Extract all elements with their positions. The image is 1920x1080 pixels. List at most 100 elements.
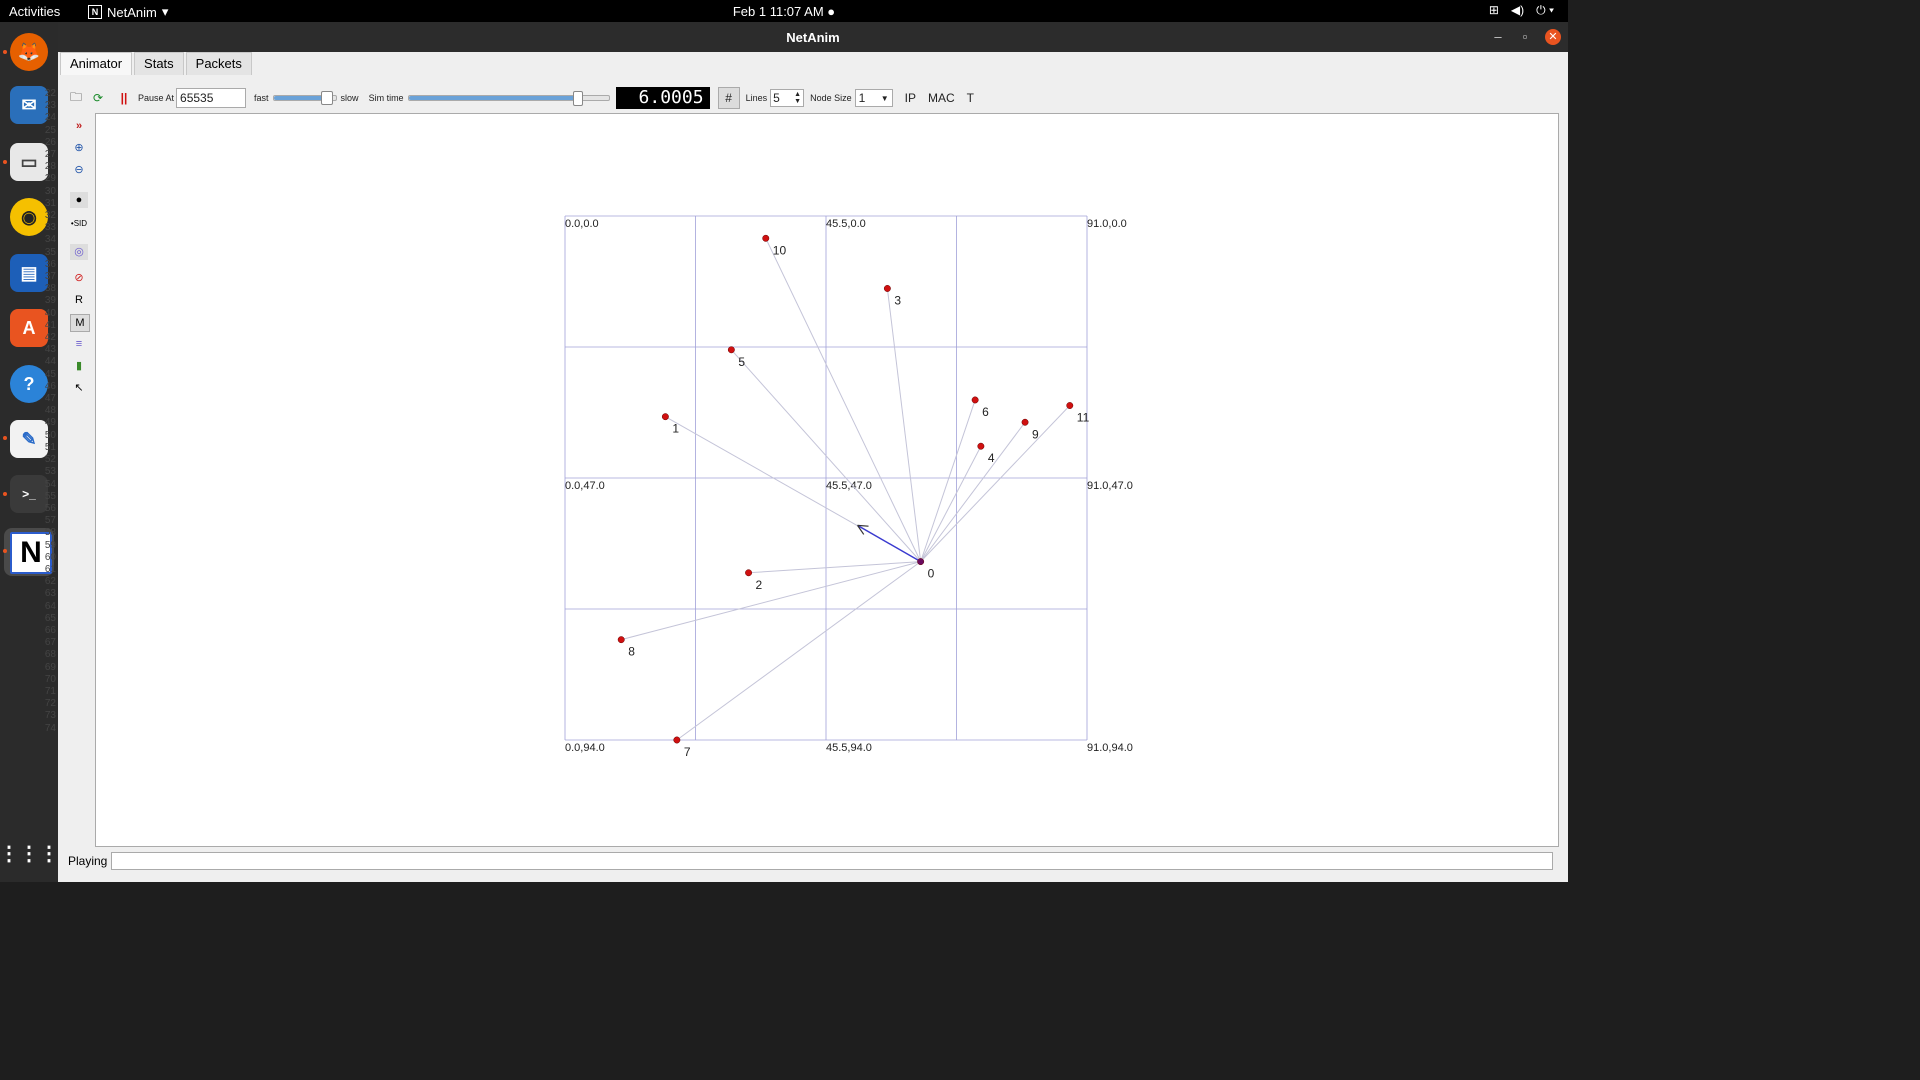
grid-corner-label: 0.0,0.0 — [565, 218, 599, 230]
maximize-icon[interactable]: ▫ — [1515, 27, 1535, 47]
node-10-label: 10 — [773, 243, 787, 257]
line-number: 71 — [44, 685, 56, 697]
line-number: 51 — [44, 441, 56, 453]
animation-canvas[interactable]: 0.0,0.0 45.5,0.0 91.0,0.0 0.0,47.0 45.5,47.0… — [95, 113, 1559, 847]
tab-stats[interactable]: Stats — [134, 52, 184, 75]
line-number: 26 — [44, 136, 56, 148]
cursor-icon[interactable]: ↖ — [70, 380, 88, 396]
node-3-label: 3 — [894, 293, 901, 307]
slow-label: slow — [340, 93, 359, 103]
spin-arrows-icon[interactable]: ▲ ▼ — [794, 91, 801, 105]
lines-pattern-icon[interactable]: ≡ — [70, 336, 88, 352]
link-line — [920, 421, 1026, 562]
sim-time-slider-handle[interactable] — [572, 91, 583, 106]
node-7-label: 7 — [684, 745, 691, 759]
firefox-icon[interactable]: 🦊 — [10, 33, 48, 71]
minimize-icon[interactable]: – — [1488, 27, 1508, 47]
no-entry-icon[interactable]: ⊘ — [70, 270, 88, 286]
line-number: 34 — [44, 234, 56, 246]
line-number: 67 — [44, 637, 56, 649]
running-indicator — [3, 160, 7, 164]
link-line — [676, 561, 921, 741]
zoom-in-icon[interactable]: ⊕ — [70, 140, 88, 156]
m-toggle-button[interactable]: M — [70, 314, 90, 332]
running-indicator — [3, 50, 7, 54]
status-field — [111, 852, 1554, 870]
system-top-bar: Activities N NetAnim ▾ Feb 1 11:07 AM ● … — [0, 0, 1568, 22]
sim-time-slider[interactable] — [407, 91, 610, 106]
speed-slider-handle[interactable] — [321, 91, 334, 105]
line-number: 58 — [44, 527, 56, 539]
grid-toggle-button[interactable]: # — [717, 87, 740, 109]
node-6-label: 6 — [982, 405, 989, 419]
r-toggle-button[interactable]: R — [70, 292, 88, 308]
tab-animator[interactable]: Animator — [60, 52, 133, 75]
node-size-label: Node Size — [810, 93, 852, 103]
node-8-label: 8 — [628, 645, 635, 659]
line-number: 46 — [44, 380, 56, 392]
node-5-label: 5 — [738, 355, 745, 369]
node-6-dot — [971, 396, 979, 404]
fast-label: fast — [254, 93, 269, 103]
packet-line — [857, 524, 921, 563]
clock[interactable]: Feb 1 11:07 AM ● — [0, 4, 1568, 19]
line-number: 37 — [44, 271, 56, 283]
line-number-gutter: 22 23 24 25 26 27 28 29 30 31 32 33 34 35 36 37 38 39 40 41… — [40, 88, 56, 735]
chevron-right-icon[interactable]: » — [70, 118, 88, 134]
node-id-icon[interactable]: ● — [70, 192, 88, 208]
grid-corner-label: 91.0,47.0 — [1087, 480, 1133, 492]
line-number: 38 — [44, 283, 56, 295]
node-9-dot — [1021, 418, 1029, 426]
line-number: 68 — [44, 649, 56, 661]
speed-slider[interactable] — [272, 91, 337, 105]
line-number: 42 — [44, 332, 56, 344]
zoom-out-icon[interactable]: ⊖ — [70, 162, 88, 178]
line-number: 28 — [44, 161, 56, 173]
wireless-circles-icon[interactable]: ◎ — [70, 244, 88, 260]
line-number: 50 — [44, 429, 56, 441]
line-number: 59 — [44, 539, 56, 551]
line-number: 23 — [44, 100, 56, 112]
line-number: 62 — [44, 576, 56, 588]
lines-spinbox[interactable]: 5 ▲ ▼ — [770, 89, 805, 107]
lines-value: 5 — [773, 91, 780, 105]
line-number: 73 — [44, 710, 56, 722]
line-number: 55 — [44, 490, 56, 502]
line-number: 47 — [44, 393, 56, 405]
line-number: 66 — [44, 624, 56, 636]
node-size-select[interactable]: 1 ▼ — [854, 89, 893, 107]
system-tray[interactable]: ⊞ ◀) ⏻ ▾ — [1489, 3, 1554, 18]
line-number: 48 — [44, 405, 56, 417]
link-line — [886, 288, 922, 562]
node-5-dot — [727, 346, 735, 354]
mac-toggle-button[interactable]: MAC — [928, 91, 955, 105]
node-1-dot — [661, 413, 669, 421]
pause-icon[interactable]: || — [116, 90, 132, 106]
running-indicator — [3, 492, 7, 496]
line-number: 43 — [44, 344, 56, 356]
packet-arrowhead — [857, 524, 869, 527]
show-apps-grid-icon[interactable]: ⋮⋮⋮ — [0, 834, 59, 872]
clock-label: Feb 1 11:07 AM — [732, 4, 824, 19]
node-sysid-icon[interactable]: •SID — [70, 216, 88, 232]
tab-packets[interactable]: Packets — [185, 52, 252, 75]
node-4-dot — [977, 442, 985, 450]
power-icon: ⏻ ▾ — [1536, 3, 1554, 17]
line-number: 61 — [44, 563, 56, 575]
pause-at-input[interactable]: 65535 — [176, 88, 247, 108]
close-icon[interactable]: ✕ — [1545, 29, 1561, 45]
line-number: 54 — [44, 478, 56, 490]
reload-icon[interactable]: ⟳ — [90, 90, 106, 106]
node-0-dot — [917, 558, 925, 566]
open-file-icon[interactable]: 🗀 — [68, 90, 84, 106]
ip-toggle-button[interactable]: IP — [905, 91, 916, 105]
line-number: 31 — [44, 197, 56, 209]
node-0-label: 0 — [928, 567, 935, 581]
node-1-label: 1 — [672, 422, 679, 436]
link-line — [920, 445, 982, 562]
line-number: 24 — [44, 112, 56, 124]
battery-icon[interactable]: ▮ — [70, 358, 88, 374]
t-toggle-button[interactable]: T — [967, 91, 974, 105]
packet — [857, 524, 921, 563]
line-number: 33 — [44, 222, 56, 234]
